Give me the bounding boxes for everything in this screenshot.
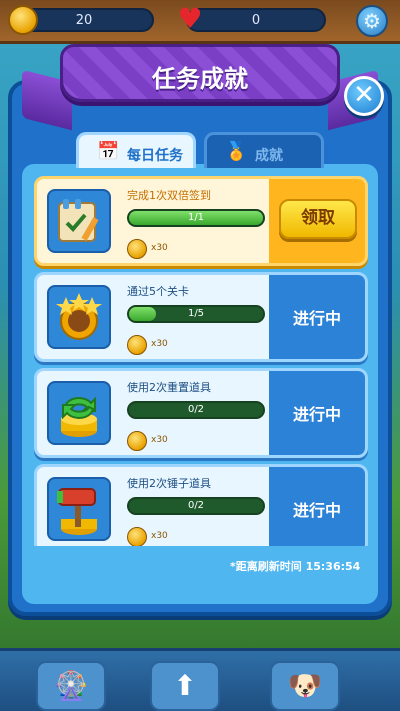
close-button[interactable]: ✕ — [344, 76, 384, 116]
task-reward-amount: x30 — [151, 435, 168, 445]
gold-coin-icon — [127, 431, 147, 451]
heart-icon: ♥ — [177, 2, 203, 35]
bottom-nav: 🎡 ⬆ 🐶 — [0, 648, 400, 711]
task-reward-amount: x30 — [151, 243, 168, 253]
medal-icon: 🏅 — [225, 141, 248, 162]
task-action-area: 进行中 — [269, 275, 365, 359]
task-action-area: 进行中 — [269, 467, 365, 546]
lives-counter: 0 — [186, 8, 326, 32]
nav-upgrade[interactable]: ⬆ — [150, 661, 220, 711]
calendar-icon: 📅 — [97, 141, 120, 162]
gold-coin-icon — [127, 335, 147, 355]
task-progress-text: 0/2 — [187, 500, 205, 511]
task-action-area: 进行中 — [269, 371, 365, 455]
task-item: 完成1次双倍签到 1/1 x30 领取 — [34, 176, 368, 266]
task-action-area: 领取 — [269, 179, 365, 263]
level-badge-icon — [47, 285, 111, 349]
tab-daily-tasks[interactable]: 📅 每日任务 — [76, 132, 196, 168]
tab-achievements[interactable]: 🏅 成就 — [204, 132, 324, 168]
lives-count: 0 — [251, 13, 261, 28]
claim-button[interactable]: 领取 — [279, 199, 357, 239]
panel-title: 任务成就 — [152, 65, 248, 93]
task-item: 使用2次重置道具 0/2 x30 进行中 — [34, 368, 368, 458]
task-title: 使用2次锤子道具 — [127, 477, 211, 490]
gear-icon[interactable]: ⚙ — [356, 5, 388, 37]
title-banner: 任务成就 — [60, 44, 340, 102]
gold-coin-icon — [8, 5, 38, 35]
tab-achievements-label: 成就 — [255, 148, 283, 164]
nav-lucky-wheel[interactable]: 🎡 — [36, 661, 106, 711]
task-item: 使用2次锤子道具 0/2 x30 进行中 — [34, 464, 368, 546]
top-resource-bar: 20 0 ♥ ⚙ — [0, 0, 400, 44]
task-progress-text: 1/5 — [187, 308, 205, 319]
notebook-icon — [47, 189, 111, 253]
task-progress-bar: 1/5 — [127, 305, 265, 323]
task-reward-amount: x30 — [151, 339, 168, 349]
task-title: 通过5个关卡 — [127, 285, 189, 298]
gold-coin-icon — [127, 527, 147, 546]
task-progress-bar: 0/2 — [127, 497, 265, 515]
task-state-label: 进行中 — [292, 309, 341, 328]
nav-pet[interactable]: 🐶 — [270, 661, 340, 711]
task-state-label: 进行中 — [292, 405, 341, 424]
refresh-timer: *距离刷新时间 15:36:54 — [230, 560, 361, 573]
wheel-icon: 🎡 — [53, 669, 89, 702]
hammer-icon — [47, 477, 111, 541]
task-title: 完成1次双倍签到 — [127, 189, 211, 202]
task-state-label: 进行中 — [292, 501, 341, 520]
dog-icon: 🐶 — [287, 669, 323, 702]
task-list[interactable]: 完成1次双倍签到 1/1 x30 领取 通过5个关卡 1/5 x30 进行中 使… — [34, 172, 368, 546]
upgrade-arrow-icon: ⬆ — [173, 669, 197, 702]
task-progress-text: 1/1 — [187, 212, 205, 223]
tab-daily-label: 每日任务 — [127, 148, 183, 164]
task-progress-bar: 0/2 — [127, 401, 265, 419]
gold-coin-icon — [127, 239, 147, 259]
reset-arrows-icon — [47, 381, 111, 445]
task-reward-amount: x30 — [151, 531, 168, 541]
task-progress-text: 0/2 — [187, 404, 205, 415]
task-progress-bar: 1/1 — [127, 209, 265, 227]
task-item: 通过5个关卡 1/5 x30 进行中 — [34, 272, 368, 362]
task-title: 使用2次重置道具 — [127, 381, 211, 394]
